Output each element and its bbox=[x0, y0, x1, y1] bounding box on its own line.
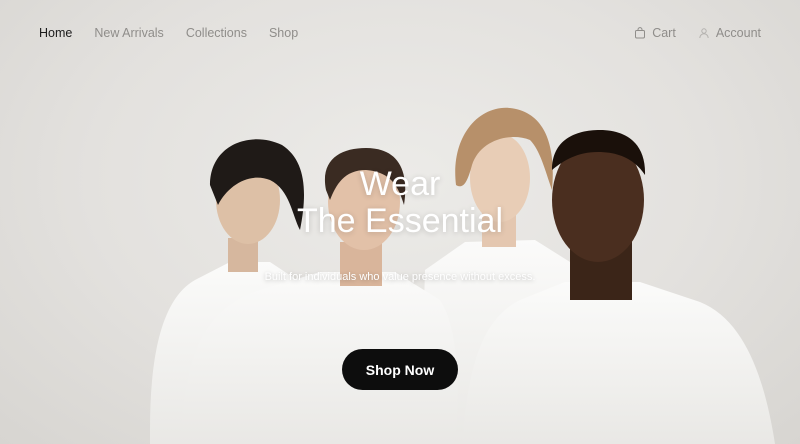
account-label: Account bbox=[715, 26, 761, 40]
account-button[interactable]: Account bbox=[698, 26, 761, 40]
nav-link-new-arrivals[interactable]: New Arrivals bbox=[94, 26, 163, 40]
hero-section: Home New Arrivals Collections Shop Cart bbox=[0, 0, 800, 444]
shop-now-button[interactable]: Shop Now bbox=[342, 349, 458, 390]
nav-links: Home New Arrivals Collections Shop bbox=[39, 26, 320, 40]
cart-label: Cart bbox=[652, 26, 676, 40]
nav-link-collections[interactable]: Collections bbox=[186, 26, 247, 40]
nav-actions: Cart Account bbox=[612, 26, 761, 40]
nav-link-shop[interactable]: Shop bbox=[269, 26, 298, 40]
bag-icon bbox=[634, 27, 646, 39]
headline-line-1: Wear bbox=[359, 165, 441, 203]
hero-subheadline: Built for individuals who value presence… bbox=[264, 271, 536, 283]
top-navigation: Home New Arrivals Collections Shop Cart bbox=[0, 0, 800, 66]
headline-line-2: The Essential bbox=[297, 202, 503, 240]
hero-headline: Wear The Essential bbox=[0, 166, 800, 240]
nav-link-home[interactable]: Home bbox=[39, 26, 72, 40]
cart-button[interactable]: Cart bbox=[634, 26, 676, 40]
user-icon bbox=[698, 27, 710, 39]
